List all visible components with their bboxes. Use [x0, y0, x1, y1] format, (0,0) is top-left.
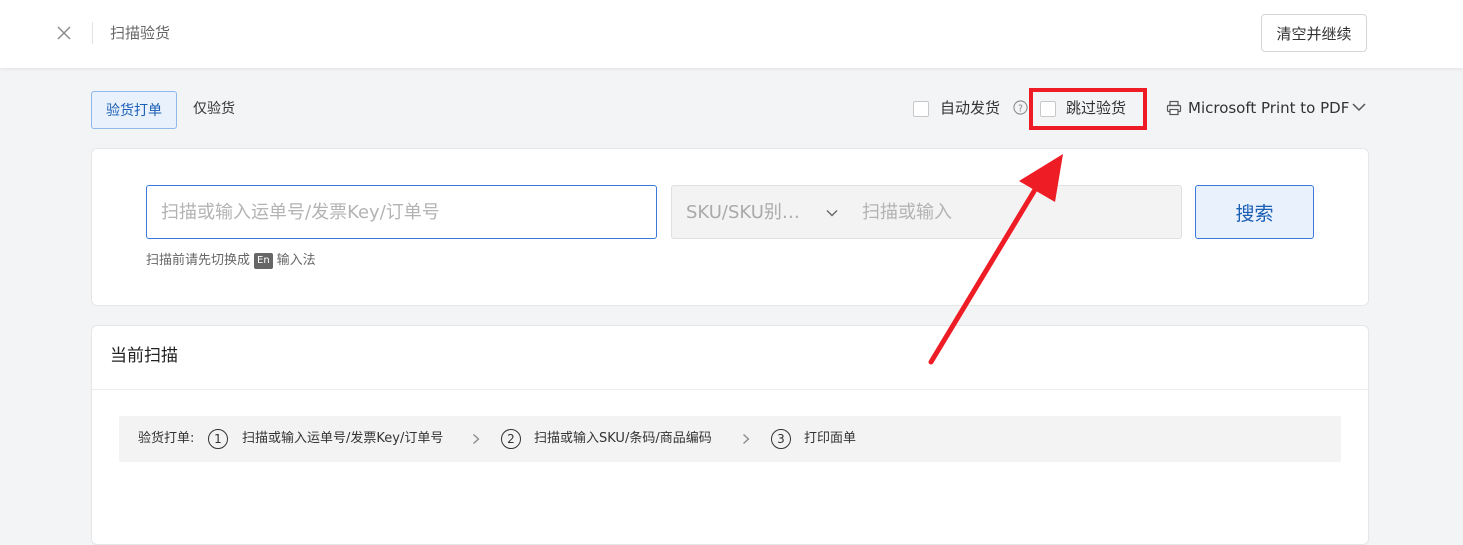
card-divider — [92, 389, 1368, 390]
printer-icon[interactable] — [1166, 100, 1182, 116]
sku-type-select[interactable]: SKU/SKU别… — [671, 185, 849, 239]
step-1-text: 扫描或输入运单号/发票Key/订单号 — [242, 431, 444, 446]
tab-inspect-and-print-label: 验货打单 — [106, 103, 162, 119]
scan-order-input[interactable] — [146, 185, 657, 239]
step-2-number: 2 — [501, 429, 521, 449]
sku-input[interactable] — [848, 185, 1182, 239]
steps-label: 验货打单: — [138, 431, 195, 446]
close-icon[interactable] — [56, 25, 72, 41]
step-3-text: 打印面单 — [804, 431, 857, 446]
chevron-down-icon — [826, 210, 838, 217]
tab-inspect-only[interactable]: 仅验货 — [193, 99, 235, 119]
step-1-number: 1 — [208, 429, 228, 449]
tab-inspect-and-print[interactable]: 验货打单 — [91, 91, 177, 129]
step-2-text: 扫描或输入SKU/条码/商品编码 — [534, 431, 712, 446]
input-method-hint: 扫描前请先切换成 En 输入法 — [146, 251, 316, 271]
en-badge: En — [254, 253, 273, 269]
hint-text-before: 扫描前请先切换成 — [146, 253, 251, 268]
help-icon[interactable]: ? — [1013, 100, 1028, 115]
chevron-right-icon — [743, 434, 750, 444]
page-title: 扫描验货 — [110, 24, 171, 42]
chevron-right-icon — [473, 434, 480, 444]
top-bar: 扫描验货 清空并继续 — [0, 0, 1463, 68]
clear-and-continue-button[interactable]: 清空并继续 — [1261, 14, 1367, 52]
svg-text:?: ? — [1018, 103, 1023, 114]
skip-inspection-checkbox[interactable] — [1040, 101, 1056, 117]
printer-select[interactable]: Microsoft Print to PDF — [1188, 98, 1349, 118]
chevron-down-icon[interactable] — [1352, 102, 1366, 112]
auto-ship-checkbox[interactable] — [913, 101, 929, 117]
hint-text-after: 输入法 — [276, 253, 316, 268]
current-scan-title: 当前扫描 — [110, 346, 178, 366]
step-3-number: 3 — [771, 429, 791, 449]
auto-ship-label: 自动发货 — [940, 99, 1001, 117]
sku-type-select-label: SKU/SKU别… — [686, 202, 800, 223]
search-button[interactable]: 搜索 — [1195, 185, 1314, 239]
header-divider — [92, 22, 93, 44]
skip-inspection-label: 跳过验货 — [1066, 99, 1127, 117]
